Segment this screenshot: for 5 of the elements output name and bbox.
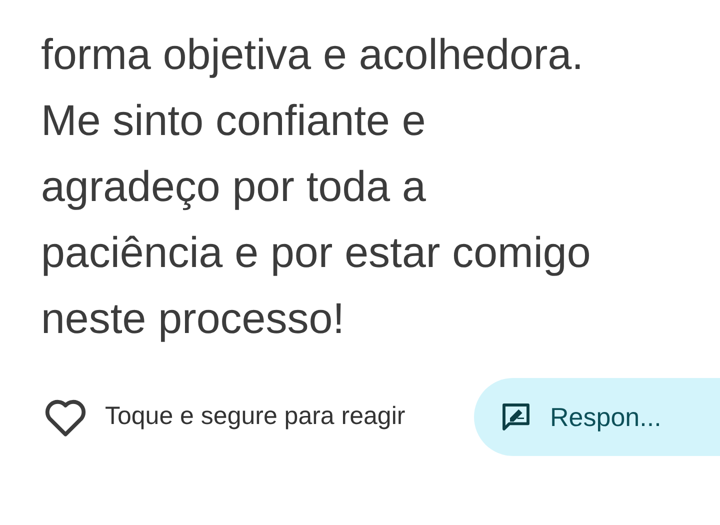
heart-icon[interactable] <box>44 398 87 436</box>
reply-icon <box>500 401 532 433</box>
reaction-hint: Toque e segure para reagir <box>105 401 406 432</box>
message-text: forma objetiva e acolhedora. Me sinto confiante e agradeço por toda a paciência e por estar comigo neste processo! <box>41 30 591 345</box>
reply-button[interactable]: Respon... <box>474 378 720 456</box>
